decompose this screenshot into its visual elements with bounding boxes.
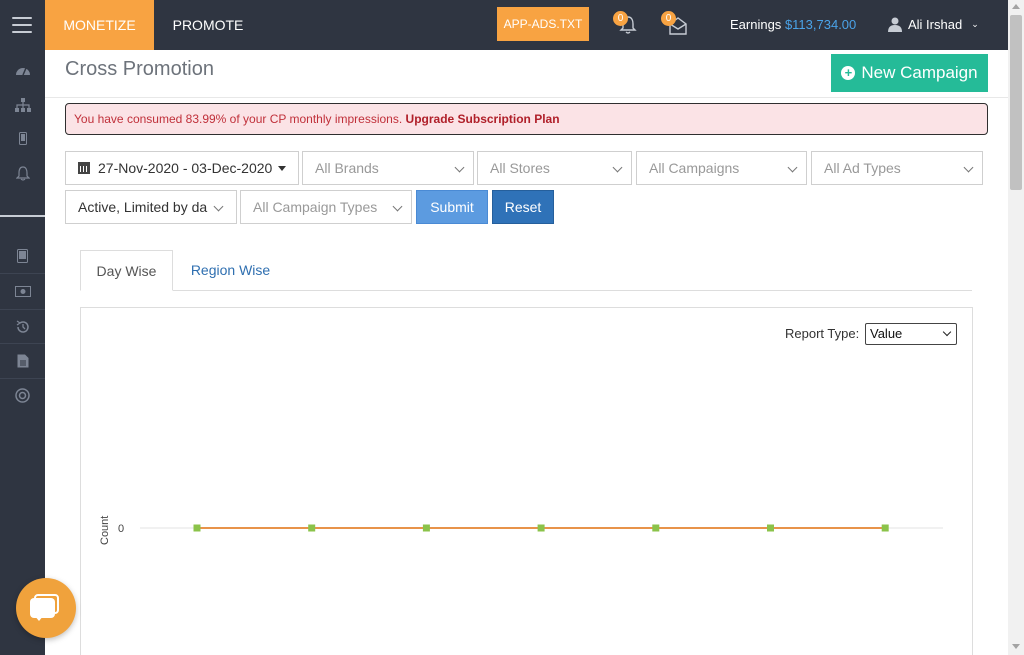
chevron-down-icon	[612, 162, 623, 173]
chat-bubble-tail	[34, 615, 44, 621]
alert-message: You have consumed 83.99% of your CP mont…	[74, 112, 403, 126]
date-range-picker[interactable]: 27-Nov-2020 - 03-Dec-2020	[65, 151, 299, 185]
earnings-display: Earnings $113,734.00	[730, 17, 856, 32]
caret-down-icon	[278, 166, 287, 171]
history-icon[interactable]	[0, 309, 45, 344]
status-select[interactable]: Active, Limited by da	[65, 190, 237, 224]
impressions-alert: You have consumed 83.99% of your CP mont…	[65, 103, 988, 135]
scrollbar-thumb[interactable]	[1010, 15, 1022, 190]
ad-types-select[interactable]: All Ad Types	[811, 151, 983, 185]
scroll-up-arrow-icon[interactable]	[1012, 4, 1020, 9]
earnings-value: $113,734.00	[784, 17, 857, 32]
campaign-types-select[interactable]: All Campaign Types	[240, 190, 412, 224]
hamburger-menu-icon[interactable]	[12, 17, 32, 33]
support-icon[interactable]	[0, 378, 45, 413]
mobile-icon[interactable]	[0, 121, 45, 156]
sidebar	[0, 50, 45, 655]
mail-count-badge: 0	[661, 11, 676, 26]
chevron-down-icon	[963, 162, 974, 173]
page-title: Cross Promotion	[65, 58, 214, 80]
reset-button[interactable]: Reset	[492, 190, 554, 224]
sidebar-bell-icon[interactable]	[0, 156, 45, 191]
chevron-down-icon	[213, 201, 224, 212]
brands-value: All Brands	[315, 160, 379, 176]
data-point[interactable]	[422, 524, 430, 532]
tab-day-wise[interactable]: Day Wise	[80, 250, 173, 291]
submit-button[interactable]: Submit	[416, 190, 488, 224]
new-campaign-label: New Campaign	[861, 63, 978, 82]
stores-value: All Stores	[490, 160, 550, 176]
header-divider	[45, 97, 1008, 98]
page-scrollbar[interactable]	[1008, 0, 1024, 655]
chat-widget-button[interactable]	[16, 578, 76, 638]
chevron-down-icon	[454, 162, 465, 173]
data-point[interactable]	[881, 524, 889, 532]
scroll-down-arrow-icon[interactable]	[1012, 644, 1020, 649]
nav-promote[interactable]: PROMOTE	[154, 0, 262, 50]
user-name: Ali Irshad	[908, 16, 963, 32]
status-value: Active, Limited by da	[78, 199, 208, 215]
data-point[interactable]	[308, 524, 316, 532]
user-icon	[888, 17, 902, 32]
top-navbar: MONETIZE PROMOTE APP-ADS.TXT 0 0 Earning…	[0, 0, 1008, 50]
new-campaign-button[interactable]: + New Campaign	[831, 54, 988, 92]
dashboard-icon[interactable]	[0, 52, 45, 87]
nav-monetize[interactable]: MONETIZE	[45, 0, 154, 50]
data-point[interactable]	[193, 524, 201, 532]
chevron-down-icon: ⌄	[971, 18, 979, 29]
calendar-icon	[78, 162, 90, 174]
data-point[interactable]	[652, 524, 660, 532]
upgrade-plan-link[interactable]: Upgrade Subscription Plan	[406, 112, 560, 126]
money-icon[interactable]	[0, 274, 45, 309]
chevron-down-icon	[787, 162, 798, 173]
plus-circle-icon: +	[841, 66, 856, 80]
y-axis-label: Count	[99, 516, 111, 545]
y-tick-label: 0	[118, 523, 124, 535]
stores-select[interactable]: All Stores	[477, 151, 632, 185]
ad-types-value: All Ad Types	[824, 160, 901, 176]
earnings-label: Earnings	[730, 17, 782, 32]
notification-count-badge: 0	[613, 11, 628, 26]
campaigns-value: All Campaigns	[649, 160, 740, 176]
app-ads-txt-button[interactable]: APP-ADS.TXT	[497, 7, 589, 41]
campaign-types-value: All Campaign Types	[253, 199, 378, 215]
campaigns-select[interactable]: All Campaigns	[636, 151, 807, 185]
day-wise-chart: 0 Count	[99, 516, 943, 545]
sidebar-divider	[0, 215, 45, 217]
brands-select[interactable]: All Brands	[302, 151, 474, 185]
sitemap-icon[interactable]	[0, 87, 45, 122]
document-icon[interactable]	[0, 343, 45, 378]
user-menu[interactable]: Ali Irshad ⌄	[887, 16, 979, 32]
tab-region-wise[interactable]: Region Wise	[174, 250, 287, 291]
tablet-icon[interactable]	[0, 238, 45, 273]
data-point[interactable]	[767, 524, 774, 532]
data-point[interactable]	[537, 524, 545, 532]
chevron-down-icon	[392, 201, 403, 212]
date-range-value: 27-Nov-2020 - 03-Dec-2020	[98, 160, 273, 176]
